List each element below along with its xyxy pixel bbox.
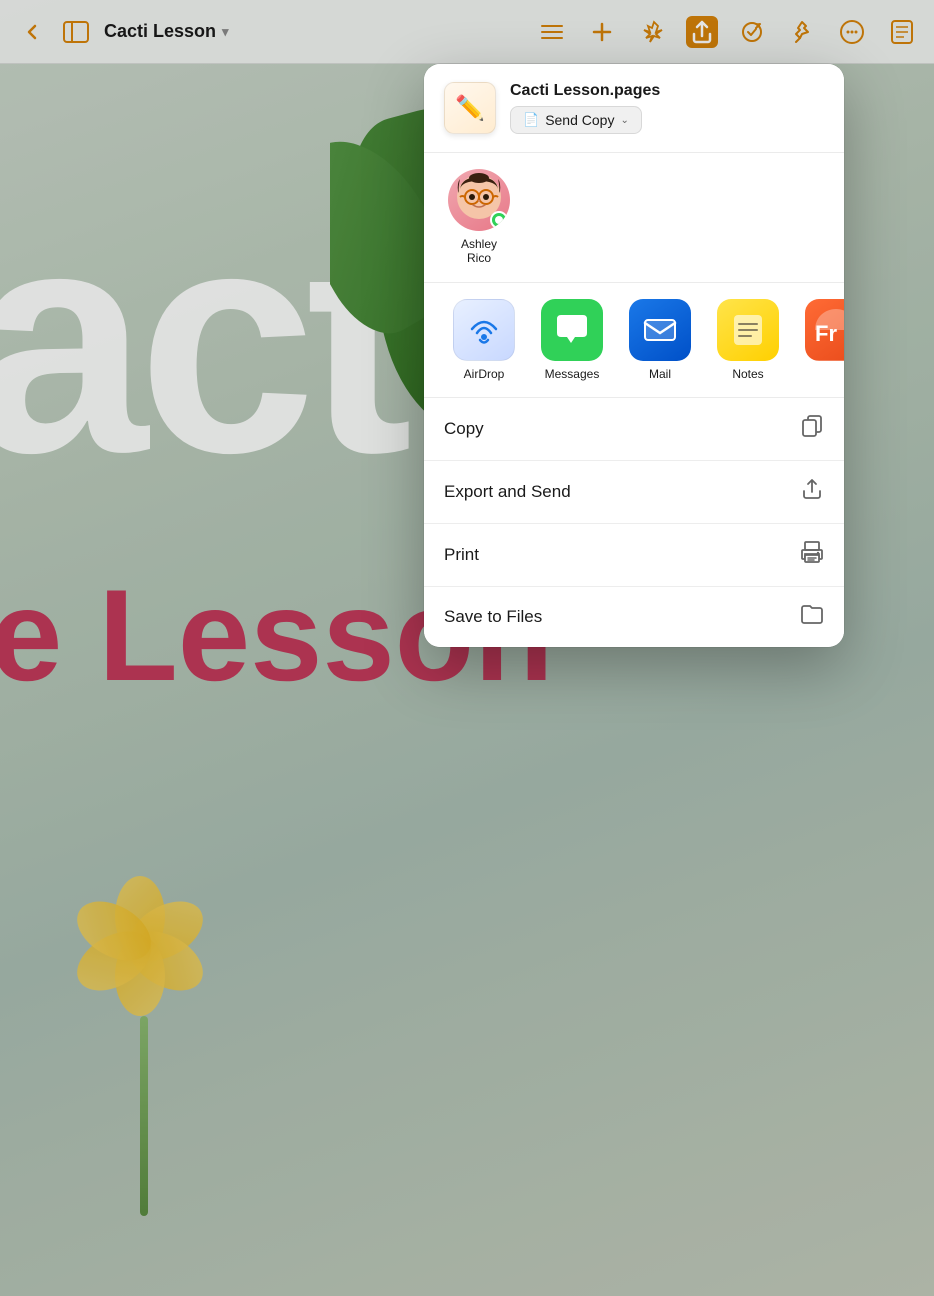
export-send-action[interactable]: Export and Send	[424, 461, 844, 524]
recent-contacts: AshleyRico	[424, 153, 844, 283]
fr-icon: Fr	[805, 299, 844, 361]
chevron-down-icon: ⌄	[620, 115, 628, 126]
mail-label: Mail	[649, 367, 671, 381]
app-row: AirDrop Messages Mail	[424, 283, 844, 398]
share-sheet: ✏️ Cacti Lesson.pages 📄 Send Copy ⌄	[424, 64, 844, 647]
contact-item-ashley[interactable]: AshleyRico	[444, 169, 514, 266]
file-name: Cacti Lesson.pages	[510, 82, 824, 100]
airdrop-icon	[453, 299, 515, 361]
print-action[interactable]: Print	[424, 524, 844, 587]
copy-icon	[800, 414, 824, 444]
send-copy-button[interactable]: 📄 Send Copy ⌄	[510, 106, 642, 134]
airdrop-label: AirDrop	[464, 367, 505, 381]
share-file-header: ✏️ Cacti Lesson.pages 📄 Send Copy ⌄	[424, 64, 844, 153]
contact-name-ashley: AshleyRico	[461, 237, 497, 266]
send-copy-label: Send Copy	[545, 112, 614, 128]
pages-doc-icon: 📄	[523, 112, 539, 128]
app-item-airdrop[interactable]: AirDrop	[444, 299, 524, 381]
file-icon: ✏️	[444, 82, 496, 134]
copy-label: Copy	[444, 419, 484, 439]
export-icon	[800, 477, 824, 507]
print-label: Print	[444, 545, 479, 565]
messages-label: Messages	[545, 367, 600, 381]
app-item-notes[interactable]: Notes	[708, 299, 788, 381]
folder-icon	[800, 603, 824, 631]
svg-text:Fr: Fr	[815, 321, 837, 346]
notes-icon	[717, 299, 779, 361]
notes-label: Notes	[732, 367, 763, 381]
file-info: Cacti Lesson.pages 📄 Send Copy ⌄	[510, 82, 824, 134]
mail-icon	[629, 299, 691, 361]
app-item-fr[interactable]: Fr	[796, 299, 844, 381]
export-send-label: Export and Send	[444, 482, 571, 502]
app-item-messages[interactable]: Messages	[532, 299, 612, 381]
save-to-files-action[interactable]: Save to Files	[424, 587, 844, 647]
contact-avatar-ashley	[448, 169, 510, 231]
contact-badge	[490, 211, 508, 229]
app-item-mail[interactable]: Mail	[620, 299, 700, 381]
print-icon	[800, 540, 824, 570]
contact-badge-inner	[495, 216, 503, 224]
copy-action[interactable]: Copy	[424, 398, 844, 461]
pages-pencil-icon: ✏️	[455, 94, 485, 123]
messages-icon	[541, 299, 603, 361]
action-list: Copy Export and Send Print	[424, 398, 844, 647]
save-to-files-label: Save to Files	[444, 607, 542, 627]
